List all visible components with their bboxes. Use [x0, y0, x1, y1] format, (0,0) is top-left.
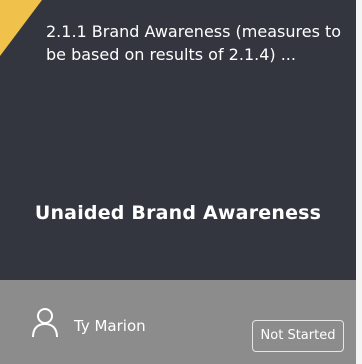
card-footer: Ty Marion Not Started — [0, 280, 356, 364]
kpi-card[interactable]: 2.1.1 Brand Awareness (measures to be ba… — [0, 0, 356, 364]
owner-name: Ty Marion — [74, 317, 146, 335]
corner-flag — [0, 0, 42, 56]
card-subtitle: 2.1.1 Brand Awareness (measures to be ba… — [46, 22, 342, 64]
status-badge[interactable]: Not Started — [252, 320, 344, 352]
person-icon — [30, 305, 60, 339]
page-gutter — [356, 0, 362, 364]
card-title: Unaided Brand Awareness — [34, 202, 322, 224]
